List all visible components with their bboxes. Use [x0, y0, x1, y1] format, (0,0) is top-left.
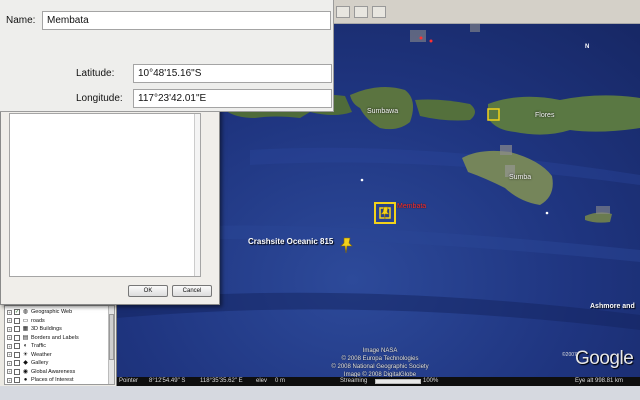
map-toolbar — [332, 0, 640, 24]
layer-label: Places of Interest — [31, 377, 74, 383]
layer-checkbox[interactable] — [14, 351, 20, 358]
description-scrollbar[interactable] — [194, 114, 200, 276]
elevation-value: 0 m — [275, 378, 286, 384]
google-earth-window: Membata Crashsite Oceanic 815 Sumbawa Fl… — [0, 0, 640, 400]
longitude-label: Longitude: — [76, 93, 123, 104]
globe-web-icon: ◍ — [22, 309, 29, 315]
pointer-latitude: 8°12'54.49" S — [149, 378, 186, 384]
layer-label: 3D Buildings — [31, 326, 62, 332]
expand-icon[interactable]: + — [7, 326, 12, 332]
layer-checkbox[interactable]: ✓ — [14, 309, 20, 315]
ok-button[interactable]: OK — [128, 285, 168, 297]
flores-label: Flores — [535, 112, 555, 119]
layer-label: Global Awareness — [31, 368, 76, 375]
layer-item[interactable]: + ☀ Weather — [7, 351, 52, 359]
toolbar-button-2[interactable] — [354, 6, 368, 18]
toolbar-button-1[interactable] — [336, 6, 350, 18]
layer-item[interactable]: + ▤ Borders and Labels — [7, 334, 79, 342]
layer-item[interactable]: + ◆ Gallery — [7, 359, 48, 367]
attribution-line-1: Image NASA — [362, 348, 398, 354]
status-bar: Pointer 8°12'54.49" S 118°35'35.62" E el… — [117, 377, 640, 386]
layer-label: Geographic Web — [31, 309, 73, 315]
layer-label: Gallery — [31, 360, 49, 366]
google-logo: Google — [575, 348, 634, 369]
traffic-icon: ◐ — [23, 343, 28, 349]
layer-checkbox[interactable] — [14, 368, 20, 375]
placemark-properties: Name: Membata Latitude: 10°48'15.16"S Lo… — [0, 0, 334, 112]
streaming-label: Streaming — [340, 378, 368, 384]
layer-label: roads — [31, 317, 45, 324]
layer-checkbox[interactable] — [14, 317, 20, 324]
layer-checkbox[interactable] — [14, 343, 20, 349]
sumbawa-label: Sumbawa — [367, 108, 399, 115]
layer-item[interactable]: + ▭ roads — [7, 317, 45, 325]
map-attribution: Image NASA © 2008 Europa Technologies © … — [300, 347, 460, 379]
streaming-percent: 100% — [423, 378, 439, 384]
name-field[interactable]: Membata — [42, 11, 331, 30]
layers-scrollbar-thumb[interactable] — [109, 314, 114, 360]
layer-item[interactable]: + ◐ Traffic — [7, 342, 46, 350]
layer-label: Traffic — [31, 343, 46, 349]
expand-icon[interactable]: + — [7, 335, 12, 340]
attribution-line-2: © 2008 Europa Technologies — [341, 356, 419, 362]
expand-icon[interactable]: + — [7, 343, 12, 349]
latitude-field[interactable]: 10°48'15.16"S — [133, 64, 332, 83]
weather-icon: ☀ — [22, 351, 29, 358]
sumba-label: Sumba — [509, 174, 532, 181]
layer-item[interactable]: + ▦ 3D Buildings — [7, 325, 62, 333]
window-bottom-edge — [0, 386, 640, 400]
buildings-icon: ▦ — [22, 326, 29, 332]
streaming-progress-fill — [376, 380, 420, 383]
layer-checkbox[interactable] — [14, 377, 20, 383]
attribution-line-3: © 2008 National Geographic Society — [331, 364, 429, 370]
pointer-label: Pointer — [119, 378, 139, 384]
north-indicator[interactable]: N — [585, 44, 589, 50]
global-awareness-icon: ◉ — [22, 368, 29, 375]
expand-icon[interactable]: + — [7, 309, 12, 315]
gallery-icon: ◆ — [23, 360, 28, 366]
expand-icon[interactable]: + — [7, 352, 12, 357]
pointer-longitude: 118°35'35.62" E — [200, 378, 243, 384]
elevation-label: elev — [256, 378, 268, 384]
layer-item[interactable]: + ● Places of Interest — [7, 376, 74, 384]
borders-icon: ▤ — [22, 334, 29, 341]
pushpin-icon[interactable] — [340, 237, 354, 255]
description-area[interactable] — [9, 113, 201, 277]
eye-alt-label: Eye alt — [575, 378, 594, 384]
layer-checkbox[interactable] — [14, 360, 20, 366]
layer-checkbox[interactable] — [14, 334, 20, 341]
ashmore-label: Ashmore and — [590, 303, 635, 310]
roads-icon: ▭ — [22, 317, 29, 324]
eye-alt-value: 998.81 km — [595, 378, 624, 384]
places-icon: ● — [23, 377, 28, 383]
expand-icon[interactable]: + — [7, 360, 12, 366]
layer-item[interactable]: + ◉ Global Awareness — [7, 368, 75, 376]
cancel-button[interactable]: Cancel — [172, 285, 212, 297]
layers-scrollbar[interactable] — [108, 306, 114, 384]
latitude-label: Latitude: — [76, 68, 115, 79]
layer-item[interactable]: + ✓ ◍ Geographic Web — [7, 308, 72, 316]
layers-panel: + ✓ ◍ Geographic Web + ▭ roads + ▦ 3D Buildings + ▤… — [4, 305, 115, 385]
crashsite-label[interactable]: Crashsite Oceanic 815 — [248, 237, 333, 246]
expand-icon[interactable]: + — [7, 377, 12, 383]
streaming-progress — [375, 379, 421, 384]
flores-placemark[interactable] — [486, 107, 502, 123]
layer-checkbox[interactable] — [14, 326, 20, 332]
layer-label: Borders and Labels — [31, 334, 79, 341]
name-label: Name: — [6, 15, 36, 26]
membata-label: Membata — [397, 203, 427, 210]
expand-icon[interactable]: + — [7, 318, 12, 323]
layer-label: Weather — [31, 351, 52, 358]
expand-icon[interactable]: + — [7, 369, 12, 374]
longitude-field[interactable]: 117°23'42.01"E — [133, 89, 332, 108]
toolbar-button-3[interactable] — [372, 6, 386, 18]
